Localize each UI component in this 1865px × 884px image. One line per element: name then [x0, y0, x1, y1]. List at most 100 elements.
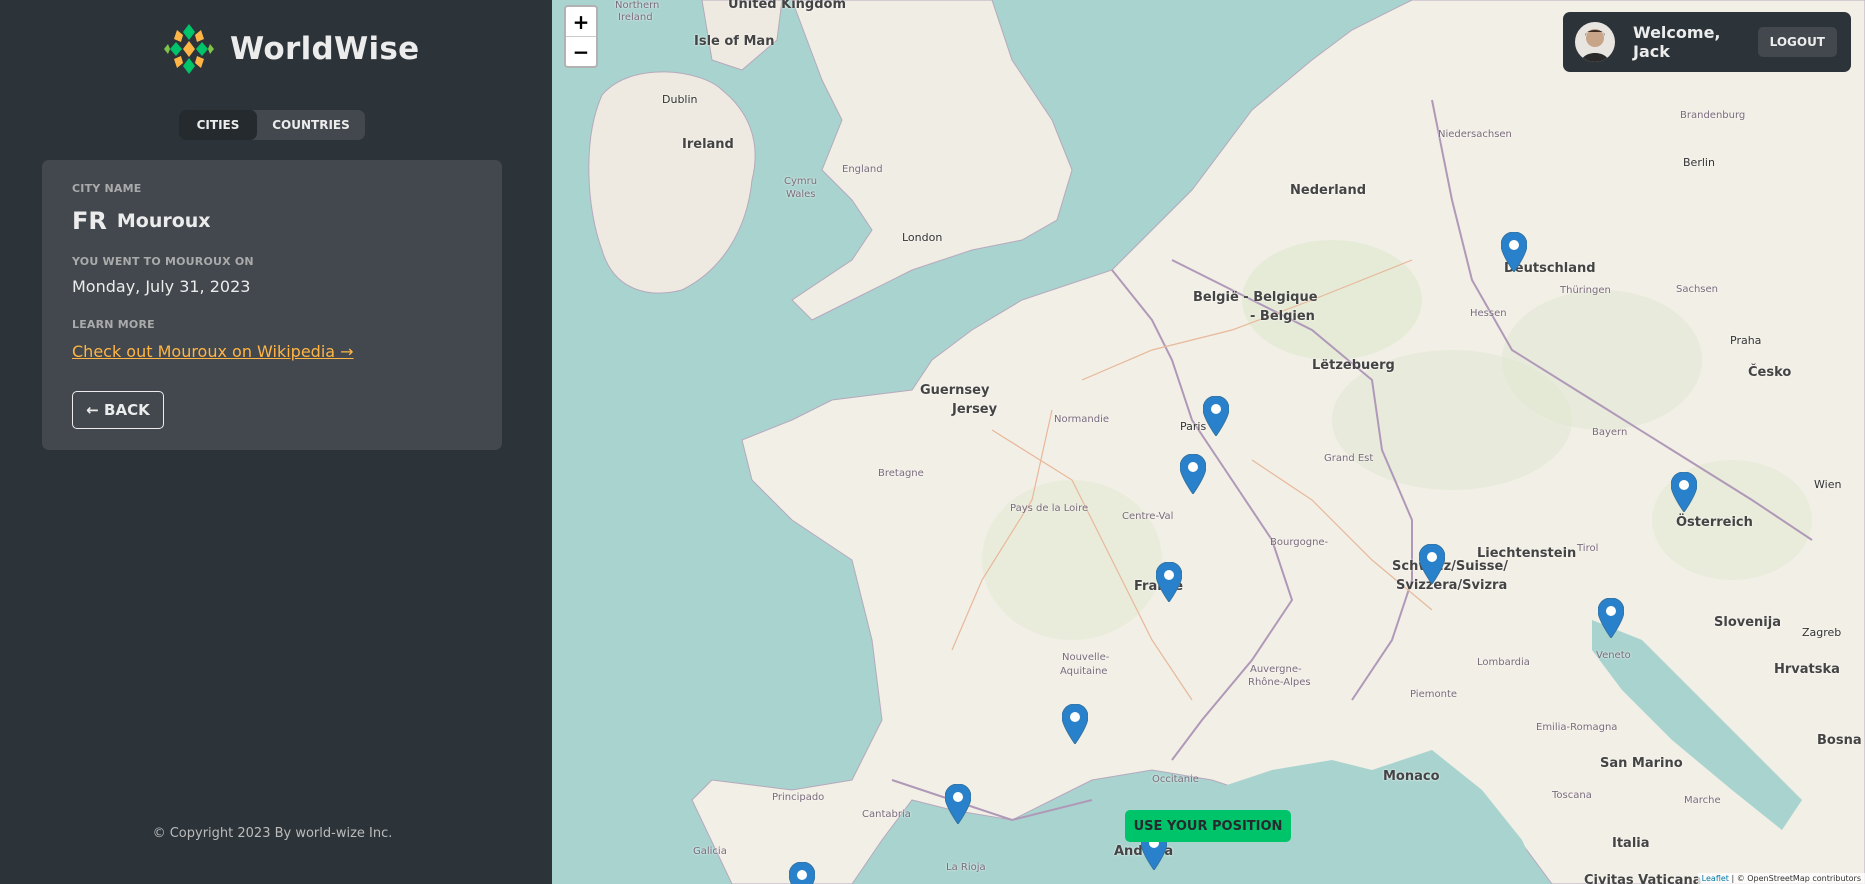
map-marker[interactable] — [1203, 396, 1229, 436]
zoom-out-button[interactable]: − — [566, 37, 596, 66]
map-label-bosna: Bosna i H — [1817, 733, 1865, 748]
map-label-cantabria: Cantabria — [862, 809, 911, 820]
map-label-monaco: Monaco — [1383, 769, 1440, 784]
map-label-brandenburg: Brandenburg — [1680, 110, 1746, 121]
map-label-auvergne: Auvergne- — [1250, 664, 1302, 675]
copyright: © Copyright 2023 By world-wize Inc. — [152, 826, 393, 841]
wikipedia-link[interactable]: Check out Mouroux on Wikipedia → — [72, 342, 354, 361]
tab-countries[interactable]: COUNTRIES — [257, 110, 365, 140]
map-label-centre: Centre-Val — [1122, 511, 1174, 522]
map-label-italia: Italia — [1612, 836, 1650, 851]
map-label-tirol: Tirol — [1577, 543, 1599, 554]
map-label-bourgogne: Bourgogne- — [1270, 537, 1329, 548]
zoom-control: + − — [564, 5, 598, 68]
map-label-northern: Northern — [615, 0, 660, 11]
map-label-principado: Principado — [772, 792, 825, 803]
sidebar: WorldWise CITIES COUNTRIES CITY NAME FR … — [0, 0, 552, 884]
map-label-nederland: Nederland — [1290, 183, 1367, 198]
map-label-galicia: Galicia — [693, 846, 727, 857]
map-marker[interactable] — [1671, 472, 1697, 512]
map-label-london: London — [902, 231, 943, 244]
city-name-label: CITY NAME — [72, 182, 142, 195]
logout-button[interactable]: LOGOUT — [1757, 27, 1837, 57]
map-label-hessen: Hessen — [1470, 308, 1507, 319]
map-marker[interactable] — [1062, 704, 1088, 744]
map-label-veneto: Veneto — [1596, 650, 1631, 661]
map-label-emilia: Emilia-Romagna — [1536, 722, 1618, 733]
map-label-dublin: Dublin — [662, 93, 698, 106]
map-label-schweiz: Schweiz/Suisse/ — [1392, 559, 1509, 574]
zoom-in-button[interactable]: + — [566, 7, 596, 37]
map-label-cesko: Česko — [1748, 365, 1792, 380]
map-label-belgie: België - Belgique — [1193, 290, 1318, 305]
logo[interactable]: WorldWise — [162, 22, 420, 76]
map-label-guernsey: Guernsey — [920, 383, 990, 398]
back-button[interactable]: ← BACK — [72, 391, 164, 429]
map-marker[interactable] — [945, 784, 971, 824]
map-label-zagreb: Zagreb — [1802, 626, 1842, 639]
map-marker[interactable] — [1156, 562, 1182, 602]
map-label-letzebuerg: Lëtzebuerg — [1312, 358, 1395, 373]
city-name: Mouroux — [116, 210, 211, 232]
map-label-toscana: Toscana — [1552, 790, 1592, 801]
map-label-rhone: Rhône-Alpes — [1248, 677, 1311, 688]
map-label-osterreich: Österreich — [1676, 515, 1753, 530]
map-label-uk: United Kingdom — [728, 0, 847, 12]
nav-tabs: CITIES COUNTRIES — [179, 110, 365, 140]
welcome-text: Welcome, Jack — [1633, 23, 1721, 61]
avatar — [1575, 22, 1615, 62]
map-label-cymru: Cymru — [784, 176, 818, 187]
map-label-bayern: Bayern — [1592, 427, 1628, 438]
map-label-thuringen: Thüringen — [1560, 285, 1611, 296]
map-label-piemonte: Piemonte — [1410, 689, 1458, 700]
map-marker[interactable] — [1501, 232, 1527, 272]
map-label-ireland: Ireland — [682, 137, 734, 152]
map-label-bretagne: Bretagne — [878, 468, 924, 479]
city-details-card: CITY NAME FR Mouroux YOU WENT TO MOUROUX… — [42, 160, 502, 450]
map-label-svizzera: Svizzera/Svizra — [1396, 578, 1508, 593]
map-marker[interactable] — [1180, 454, 1206, 494]
map-label-liechtenstein: Liechtenstein — [1477, 546, 1577, 561]
map-label-ireland-n: Ireland — [618, 12, 653, 23]
map-marker[interactable] — [789, 862, 815, 884]
map-label-berlin: Berlin — [1683, 156, 1715, 169]
map-label-la-rioja: La Rioja — [946, 862, 986, 873]
osm-attribution: | © OpenStreetMap contributors — [1731, 874, 1861, 883]
map-label-jersey: Jersey — [952, 402, 998, 417]
map-label-niedersachsen: Niedersachsen — [1438, 129, 1512, 140]
learn-more-label: LEARN MORE — [72, 318, 155, 331]
tab-cities[interactable]: CITIES — [179, 110, 257, 140]
map-label-wien: Wien — [1814, 478, 1842, 491]
app-name: WorldWise — [230, 31, 420, 67]
map-label-nouvelle: Nouvelle- — [1062, 652, 1110, 663]
map-label-sachsen: Sachsen — [1676, 284, 1719, 295]
city-heading: FR Mouroux — [72, 207, 472, 235]
leaflet-link[interactable]: Leaflet — [1702, 874, 1729, 883]
use-position-button[interactable]: USE YOUR POSITION — [1125, 810, 1291, 842]
map-label-hrvatska: Hrvatska — [1774, 662, 1840, 677]
visit-date-label: YOU WENT TO MOUROUX ON — [72, 255, 254, 268]
map-label-slovenija: Slovenija — [1714, 615, 1781, 630]
map-label-belgien: - Belgien — [1250, 309, 1315, 324]
map-attribution: Leaflet | © OpenStreetMap contributors — [1697, 873, 1865, 884]
worldwise-logo-icon — [163, 23, 215, 75]
map-label-isle-of-man: Isle of Man — [694, 34, 775, 49]
map-label-normandie: Normandie — [1054, 414, 1110, 425]
map-label-occitanie: Occitanie — [1152, 774, 1199, 785]
map-label-england: England — [842, 164, 883, 175]
map-tiles[interactable] — [552, 0, 1865, 884]
map-label-wales: Wales — [786, 189, 816, 200]
map-label-pays-de-la-loire: Pays de la Loire — [1010, 503, 1089, 514]
visit-date: Monday, July 31, 2023 — [72, 277, 251, 296]
map[interactable]: United Kingdom Northern Ireland Isle of … — [552, 0, 1865, 884]
country-flag: FR — [72, 207, 107, 235]
map-marker[interactable] — [1598, 598, 1624, 638]
map-label-grand-est: Grand Est — [1324, 453, 1374, 464]
map-label-praha: Praha — [1730, 334, 1762, 347]
map-label-aquitaine: Aquitaine — [1060, 666, 1108, 677]
map-label-marche: Marche — [1684, 795, 1721, 806]
map-label-lombardia: Lombardia — [1477, 657, 1530, 668]
user-avatar-icon — [1575, 22, 1615, 62]
map-marker[interactable] — [1419, 544, 1445, 584]
map-label-civitas: Civitas Vaticana — [1584, 873, 1702, 884]
